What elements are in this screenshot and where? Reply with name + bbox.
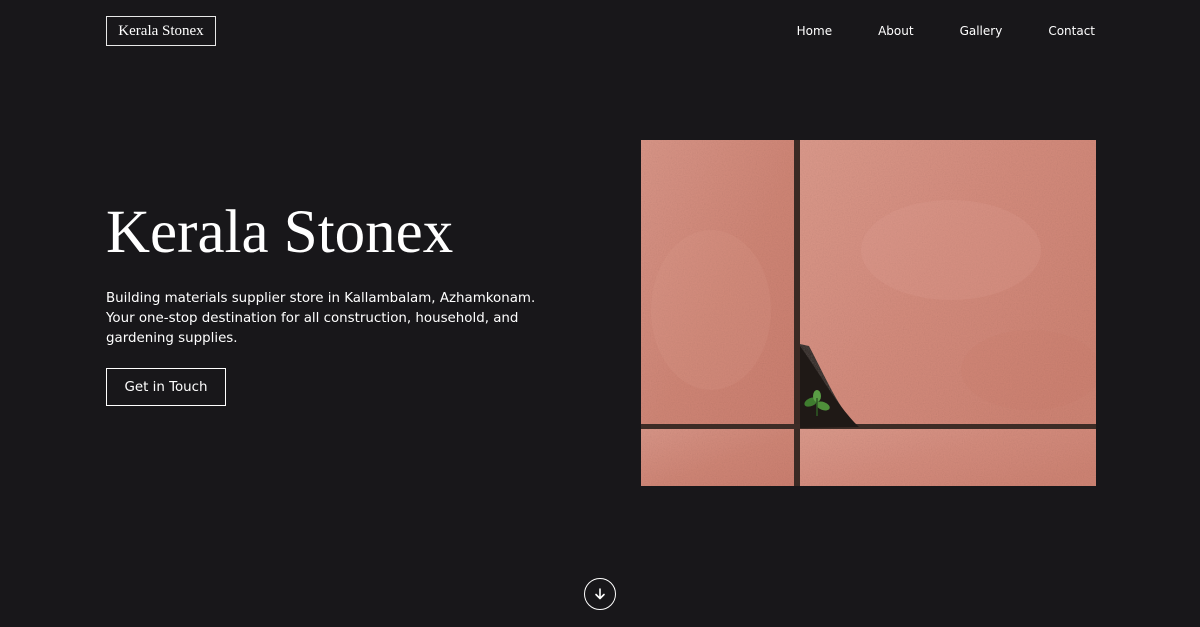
nav-contact[interactable]: Contact	[1048, 23, 1095, 39]
scroll-down-button[interactable]	[584, 578, 616, 610]
nav-about[interactable]: About	[878, 23, 913, 39]
get-in-touch-button[interactable]: Get in Touch	[106, 368, 226, 406]
main-nav: Home About Gallery Contact	[797, 23, 1095, 39]
hero-description: Building materials supplier store in Kal…	[106, 289, 546, 349]
stone-tiles-image	[641, 140, 1096, 486]
site-logo[interactable]: Kerala Stonex	[106, 16, 216, 46]
nav-home[interactable]: Home	[797, 23, 832, 39]
nav-gallery[interactable]: Gallery	[960, 23, 1003, 39]
stone-tiles-photo	[641, 140, 1096, 486]
site-logo-text: Kerala Stonex	[118, 22, 204, 39]
hero-description-line-3: gardening supplies.	[106, 331, 238, 346]
arrow-down-icon	[595, 588, 605, 600]
hero-description-line-2: Your one-stop destination for all constr…	[106, 311, 519, 326]
hero-description-line-1: Building materials supplier store in Kal…	[106, 291, 536, 306]
hero-title: Kerala Stonex	[106, 199, 454, 266]
